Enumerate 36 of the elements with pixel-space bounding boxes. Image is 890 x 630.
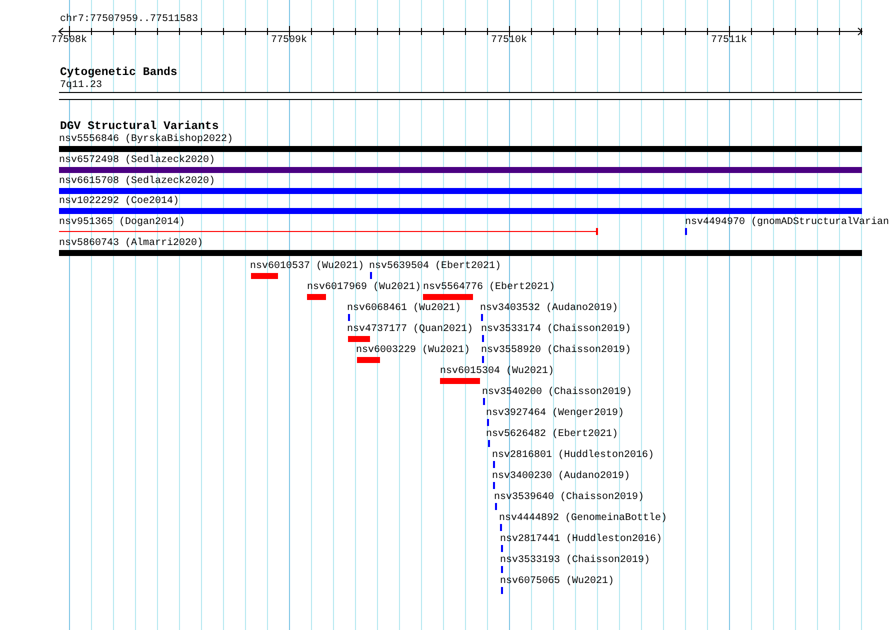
variant-label[interactable]: nsv5639504 (Ebert2021) [369, 261, 502, 272]
variant-label[interactable]: nsv6075065 (Wu2021) [500, 576, 614, 587]
variant-label[interactable]: nsv4737177 (Quan2021) [347, 324, 474, 335]
ruler-tick-label: 77510k [490, 35, 528, 46]
variant-label[interactable]: nsv3533193 (Chaisson2019) [500, 555, 650, 566]
ruler-title: chr7:77507959..77511583 [60, 14, 198, 25]
variant-label[interactable]: nsv5860743 (Almarri2020) [59, 238, 204, 249]
variant-label[interactable]: nsv3533174 (Chaisson2019) [481, 324, 632, 335]
variant-label[interactable]: nsv5556846 (ByrskaBishop2022) [59, 134, 234, 145]
variant-label[interactable]: nsv6015304 (Wu2021) [440, 366, 554, 377]
variant-label[interactable]: nsv2816801 (Huddleston2016) [492, 450, 654, 461]
variant-label[interactable]: nsv4494970 (gnomADStructuralVarian [685, 217, 890, 228]
variant-label[interactable]: nsv5564776 (Ebert2021) [423, 282, 556, 293]
variant-label[interactable]: nsv6572498 (Sedlazeck2020) [59, 155, 216, 166]
ruler-tick-label: 77508k [50, 35, 88, 46]
variant-label[interactable]: nsv6068461 (Wu2021) [347, 303, 462, 314]
variant-label[interactable]: nsv6615708 (Sedlazeck2020) [59, 176, 216, 187]
cytoband-label[interactable]: 7q11.23 [60, 80, 102, 91]
ruler-tick-label: 77511k [710, 35, 748, 46]
variant-label[interactable]: nsv3400230 (Audano2019) [492, 471, 630, 482]
variant-label[interactable]: nsv5626482 (Ebert2021) [486, 429, 618, 440]
variant-label[interactable]: nsv6017969 (Wu2021) [307, 282, 422, 293]
variant-label[interactable]: nsv3539640 (Chaisson2019) [494, 492, 644, 503]
track-title: Cytogenetic Bands [60, 67, 178, 79]
ruler-tick-label: 77509k [270, 35, 308, 46]
variant-label[interactable]: nsv3558920 (Chaisson2019) [481, 345, 632, 356]
track-title: DGV Structural Variants [60, 121, 219, 133]
variant-label[interactable]: nsv6010537 (Wu2021) [250, 261, 364, 272]
variant-label[interactable]: nsv6003229 (Wu2021) [356, 345, 470, 356]
variant-label[interactable]: nsv4444892 (GenomeinaBottle) [499, 513, 668, 524]
variant-label[interactable]: nsv3927464 (Wenger2019) [486, 408, 624, 419]
variant-label[interactable]: nsv3540200 (Chaisson2019) [482, 387, 632, 398]
variant-label[interactable]: nsv1022292 (Coe2014) [59, 196, 180, 207]
variant-label[interactable]: nsv3403532 (Audano2019) [480, 303, 618, 314]
variant-label[interactable]: nsv951365 (Dogan2014) [59, 217, 186, 228]
variant-label[interactable]: nsv2817441 (Huddleston2016) [500, 534, 662, 545]
